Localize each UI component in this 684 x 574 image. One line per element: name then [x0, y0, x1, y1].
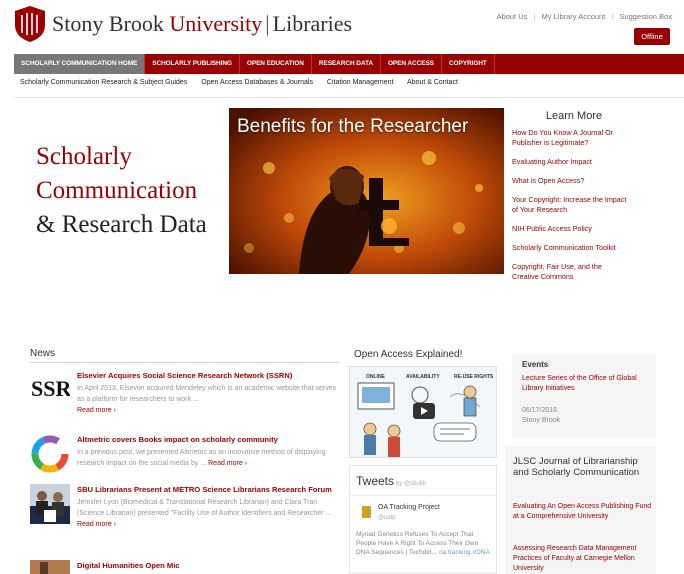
- news-item: SBU Librarians Present at METRO Science …: [30, 484, 342, 554]
- news-headline[interactable]: Digital Humanities Open Mic: [77, 560, 339, 571]
- learn-more-link[interactable]: Copyright, Fair Use, and the Creative Co…: [512, 262, 628, 282]
- news-excerpt: Jennifer Lyon (Biomedical & Translationa…: [77, 497, 339, 530]
- page-title-line3: & Research Data: [36, 211, 207, 238]
- utility-links: About Us | My Library Account | Suggesti…: [493, 12, 672, 21]
- news-excerpt: In April 2013, Elsevier acquired Mendele…: [77, 385, 337, 403]
- learn-more-link[interactable]: Evaluating Author Impact: [512, 157, 628, 167]
- tweet-avatar[interactable]: [362, 506, 371, 518]
- event-location: Stony Brook: [522, 417, 561, 424]
- hero-caption: Benefits for the Researcher: [237, 116, 469, 137]
- news-item: Altmetric covers Books impact on scholar…: [30, 434, 342, 480]
- tweet-author-handle[interactable]: @oatp: [378, 515, 396, 521]
- learn-more-link[interactable]: NIH Public Access Policy: [512, 224, 628, 234]
- page-title-line1: Scholarly: [36, 143, 132, 170]
- brand-university: University: [169, 11, 263, 36]
- altmetric-donut-thumbnail[interactable]: [30, 434, 70, 474]
- news-headline[interactable]: SBU Librarians Present at METRO Science …: [77, 484, 339, 495]
- events-panel: Events Lecture Series of the Office of G…: [512, 354, 656, 438]
- jlsc-panel: JLSC Journal of Librarianship and Schola…: [505, 446, 656, 574]
- page-title-line2: Communication: [36, 177, 198, 204]
- news-item: Digital Humanities Open Mic: [30, 560, 342, 574]
- about-us-link[interactable]: About Us: [497, 12, 528, 21]
- divider: [14, 97, 684, 98]
- brand-libraries: Libraries: [272, 11, 353, 36]
- divider: [30, 362, 340, 363]
- news-item: SSRN Elsevier Acquires Social Science Re…: [30, 370, 342, 430]
- suggestion-box-link[interactable]: Suggestion Box: [619, 12, 672, 21]
- read-more-link[interactable]: Read more ›: [208, 460, 247, 467]
- university-shield-icon[interactable]: [14, 5, 46, 43]
- librarians-photo-thumbnail[interactable]: [30, 484, 70, 524]
- ssrn-logo-thumbnail[interactable]: SSRN: [30, 370, 87, 410]
- tweet-author-name[interactable]: OA Tracking Project: [378, 504, 440, 511]
- jlsc-article-link[interactable]: Assessing Research Data Management Pract…: [513, 544, 653, 574]
- learn-more-link[interactable]: Scholarly Communication Toolkit: [512, 243, 628, 253]
- main-navigation: SCHOLARLY COMMUNICATION HOME SCHOLARLY P…: [14, 54, 684, 74]
- video-word-reuse-rights: RE-USE RIGHTS: [454, 374, 494, 380]
- video-word-online: ONLINE: [366, 374, 386, 380]
- nav-scholarly-communication-home[interactable]: SCHOLARLY COMMUNICATION HOME: [14, 54, 146, 74]
- open-access-heading: Open Access Explained!: [354, 349, 463, 360]
- subnav-citation-management[interactable]: Citation Management: [327, 79, 394, 86]
- video-word-availability: AVAILABILITY: [406, 374, 440, 380]
- open-access-video[interactable]: ONLINE AVAILABILITY RE-USE RIGHTS: [349, 366, 497, 458]
- jlsc-heading[interactable]: JLSC Journal of Librarianship and Schola…: [513, 456, 653, 478]
- event-title-link[interactable]: Lecture Series of the Office of Global L…: [522, 374, 650, 394]
- brand-name: Stony Brook: [52, 11, 170, 36]
- jlsc-article-link[interactable]: Evaluating An Open Access Publishing Fun…: [513, 502, 653, 522]
- tweets-by-handle[interactable]: by @sbulib: [396, 481, 426, 487]
- news-excerpt-text: In a previous post, we presented Altmetr…: [77, 449, 326, 467]
- learn-more-panel: Learn More How Do You Know A Journal Or …: [512, 110, 628, 291]
- nav-open-education[interactable]: OPEN EDUCATION: [240, 54, 312, 74]
- nav-research-data[interactable]: RESEARCH DATA: [312, 54, 381, 74]
- divider: [350, 495, 496, 496]
- read-more-link[interactable]: Read more ›: [77, 405, 339, 416]
- news-headline[interactable]: Altmetric covers Books impact on scholar…: [77, 434, 339, 445]
- learn-more-link[interactable]: What is Open Access?: [512, 176, 628, 186]
- tweet-link[interactable]: oa.tracking.#DNA: [439, 549, 490, 556]
- news-headline[interactable]: Elsevier Acquires Social Science Researc…: [77, 370, 339, 381]
- tweets-widget: Tweets by @sbulib OA Tracking Project @oa…: [349, 465, 497, 574]
- event-date: 06/17/2016: [522, 407, 558, 414]
- tweet-text: Myriad Genetics Refuses To Accept That P…: [356, 530, 492, 557]
- learn-more-link[interactable]: How Do You Know A Journal Or Publisher i…: [512, 128, 628, 148]
- events-heading: Events: [522, 360, 549, 369]
- sub-navigation: Scholarly Communication Research & Subje…: [20, 79, 470, 86]
- link-divider: |: [533, 12, 536, 21]
- hero-banner-image[interactable]: Benefits for the Researcher: [229, 108, 504, 274]
- open-mic-photo-thumbnail[interactable]: [30, 560, 70, 574]
- subnav-open-access-databases[interactable]: Open Access Databases & Journals: [201, 79, 313, 86]
- nav-scholarly-publishing[interactable]: SCHOLARLY PUBLISHING: [145, 54, 240, 74]
- site-logo[interactable]: Stony Brook University | Libraries: [52, 11, 352, 37]
- my-library-account-link[interactable]: My Library Account: [542, 12, 606, 21]
- tweets-title: Tweets: [356, 474, 395, 488]
- news-excerpt: In a previous post, we presented Altmetr…: [77, 447, 339, 469]
- nav-copyright[interactable]: COPYRIGHT: [442, 54, 495, 74]
- link-divider: |: [611, 12, 614, 21]
- news-heading: News: [30, 348, 56, 359]
- page-title: Scholarly Communication & Research Data: [36, 140, 207, 242]
- play-icon[interactable]: [413, 403, 435, 419]
- subnav-about-contact[interactable]: About & Contact: [407, 79, 458, 86]
- news-excerpt-text: Jennifer Lyon (Biomedical & Translationa…: [77, 499, 332, 517]
- learn-more-link[interactable]: Your Copyright: Increase the Impact of Y…: [512, 195, 628, 215]
- site-header: Stony Brook University | Libraries About U…: [0, 0, 684, 52]
- nav-open-access[interactable]: OPEN ACCESS: [381, 54, 442, 74]
- read-more-link[interactable]: Read more ›: [77, 521, 116, 528]
- ssrn-logo-text: SSRN: [31, 376, 70, 401]
- tweets-heading: Tweets by @sbulib: [356, 474, 426, 488]
- subnav-research-subject-guides[interactable]: Scholarly Communication Research & Subje…: [20, 79, 187, 86]
- brand-separator: |: [265, 11, 270, 36]
- offline-button[interactable]: Offline: [634, 28, 670, 45]
- learn-more-title: Learn More: [545, 110, 603, 122]
